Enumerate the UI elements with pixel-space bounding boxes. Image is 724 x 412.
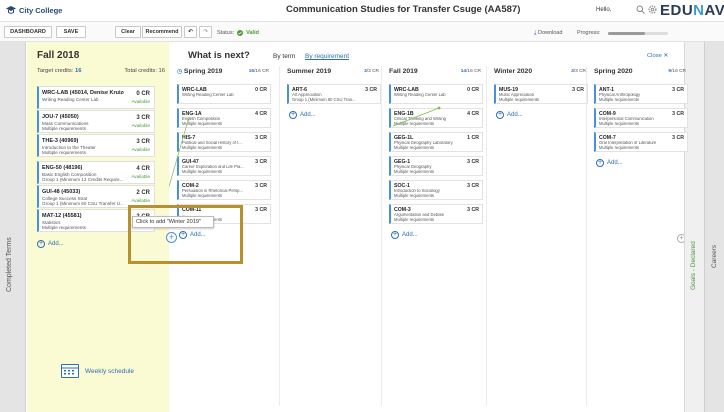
download-button[interactable]: ⤓ Download [534,30,562,37]
progress-fill [608,32,646,35]
save-button[interactable]: SAVE [56,26,86,38]
edunav-logo: EDUNAV [660,2,724,19]
careers-label: Careers [711,244,718,268]
goals-label: Goals - Declared [690,241,697,290]
availability-status: Available [131,123,150,128]
college-name: City College [19,5,63,15]
top-bar: City College Communication Studies for T… [0,0,724,22]
availability-status: Available [131,198,150,203]
completed-terms-label: Completed Terms [6,237,13,292]
course-code: JOU-7 (45050) [42,114,79,120]
check-circle-icon [237,30,244,36]
course-description: Writing Reading Center Lab [42,97,99,102]
gear-icon[interactable] [648,5,657,14]
course-description: Introduction to the Theater Multiple requ… [42,145,96,156]
course-code: THE-3 (40969) [42,138,79,144]
availability-status: Available [131,174,150,179]
redo-button[interactable]: ↷ [199,26,212,38]
college-logo[interactable]: City College [6,5,62,15]
calendar-icon [61,364,79,378]
add-term-button[interactable]: + [166,232,177,243]
course-code: MAT-12 (45581) [42,213,82,219]
clear-button[interactable]: Clear [115,26,141,38]
course-card[interactable]: JOU-7 (45050) Mass Communications Multipl… [37,110,155,133]
target-credits-value[interactable]: 16 [75,68,81,74]
progress-label: Progress: [577,30,601,36]
program-title: Communication Studies for Transfer Csuge… [286,4,521,15]
current-term-title: Fall 2018 [37,50,80,61]
course-description: College Success Strat Group 1 (Minimum 60… [42,196,124,207]
highlight-box [128,205,243,264]
course-credits: 3 CR [136,139,150,145]
add-term-tooltip: Click to add "Winter 2019" [132,216,214,228]
course-description: Mass Communications Multiple requirements [42,121,89,132]
status-label: Status: [217,30,235,36]
course-description: Statistics Multiple requirements [42,220,86,231]
completed-terms-tab[interactable]: Completed Terms [0,42,26,412]
undo-button[interactable]: ↶ [184,26,197,38]
course-credits: 3 CR [136,115,150,121]
total-credits: Total credits: 16 [124,68,165,74]
add-course-label: Add... [48,241,64,247]
redo-icon: ↷ [203,29,208,35]
status-value: Valid [246,30,259,36]
course-card[interactable]: THE-3 (40969) Introduction to the Theate… [37,134,155,157]
course-credits: 4 CR [136,166,150,172]
course-code: GUI-48 (45033) [42,189,81,195]
course-code: ENG-50 (48196) [42,165,83,171]
graduation-cap-icon [6,6,16,14]
search-icon[interactable] [636,5,645,14]
course-description: Basic English Composition Group 1 (Minimu… [42,172,124,183]
weekly-schedule-button[interactable]: Weekly schedule [61,364,134,378]
careers-tab[interactable]: Careers [704,42,724,412]
credit-summary: Target credits: 16 Total credits: 16 [37,68,165,74]
availability-status: Available [131,99,150,104]
undo-icon: ↶ [188,29,193,35]
recommend-button[interactable]: Recommend [142,26,182,38]
target-credits-label: Target credits: [37,68,74,74]
prerequisite-lines [169,106,441,188]
plus-circle-icon: + [37,240,45,248]
greeting: Hello, [596,7,612,13]
download-label: Download [537,30,563,36]
add-course-button[interactable]: + Add... [37,240,64,248]
course-code: WRC-LAB (45014, Denise Kruizenga... [42,90,124,96]
availability-status: Available [131,147,150,152]
dashboard-button[interactable]: DASHBOARD [4,26,52,38]
course-card[interactable]: ENG-50 (48196) Basic English Composition… [37,161,155,184]
course-credits: 0 CR [136,91,150,97]
course-credits: 2 CR [136,190,150,196]
weekly-schedule-label: Weekly schedule [85,367,135,375]
status-indicator: Status: Valid [217,30,259,36]
progress-bar [608,32,668,35]
plan-area: What is next? By term By requirement Clo… [169,42,688,412]
toolbar: DASHBOARD SAVE Clear Recommend ↶ ↷ Statu… [0,22,724,42]
download-icon: ⤓ [534,30,537,36]
course-card[interactable]: WRC-LAB (45014, Denise Kruizenga... Writ… [37,86,155,109]
